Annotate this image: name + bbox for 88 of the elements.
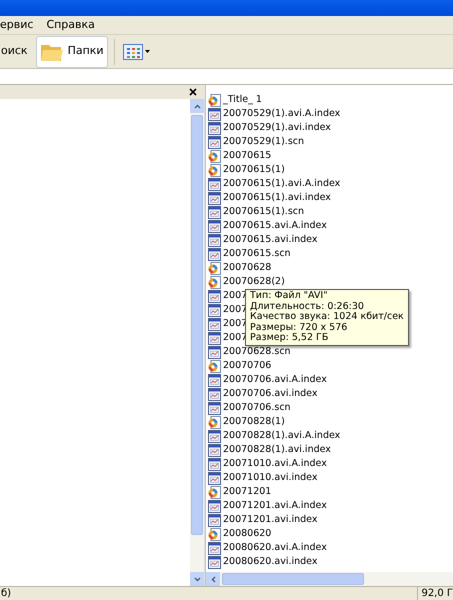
file-icon xyxy=(208,192,221,204)
file-item[interactable]: 20070529(1).scn xyxy=(208,135,304,149)
file-item[interactable]: 20070706 xyxy=(208,359,272,373)
file-icon xyxy=(208,136,221,148)
search-button[interactable]: оиск xyxy=(0,36,32,68)
file-item[interactable]: 20070529(1).avi.index xyxy=(208,121,331,135)
file-item[interactable]: 20070615(1).avi.A.index xyxy=(208,177,340,191)
scroll-up-button[interactable] xyxy=(190,99,204,113)
dropdown-arrow-icon xyxy=(144,50,150,53)
scroll-left-button[interactable] xyxy=(206,572,220,586)
file-item[interactable]: 20070628.scn xyxy=(208,345,291,359)
file-icon xyxy=(208,402,221,414)
file-item[interactable]: 20070706.avi.A.index xyxy=(208,373,327,387)
file-icon xyxy=(208,514,221,526)
file-item[interactable]: 20070706.avi.index xyxy=(208,387,318,401)
menu-item[interactable]: Справка xyxy=(45,16,96,34)
file-item[interactable]: 20070828(1).avi.A.index xyxy=(208,429,340,443)
file-item[interactable]: 20070615.avi.A.index xyxy=(208,219,327,233)
file-icon xyxy=(208,430,221,442)
file-item[interactable]: 20071201.avi.A.index xyxy=(208,499,327,513)
file-item[interactable]: 20071010.avi.A.index xyxy=(208,457,327,471)
file-item[interactable]: 20080620.avi.A.index xyxy=(208,541,327,555)
file-item[interactable]: 20070615 xyxy=(208,149,272,163)
file-icon xyxy=(208,556,221,568)
file-item[interactable]: 20070615.avi.index xyxy=(208,233,318,247)
file-item[interactable]: 20070628 xyxy=(208,261,272,275)
media-file-icon xyxy=(208,360,221,372)
chevron-up-icon xyxy=(194,104,200,108)
file-icon xyxy=(208,472,221,484)
file-icon xyxy=(208,374,221,386)
tooltip-line: Размер: 5,52 ГБ xyxy=(250,333,330,344)
file-icon xyxy=(208,220,221,232)
file-icon xyxy=(208,444,221,456)
chevron-down-icon xyxy=(194,576,200,582)
file-item[interactable]: 20070529(1).avi.A.index xyxy=(208,107,340,121)
menu-item[interactable]: ервис xyxy=(0,16,46,34)
media-file-icon xyxy=(208,150,221,162)
file-item[interactable]: 20070615(1).avi.index xyxy=(208,191,331,205)
file-icon xyxy=(208,248,221,260)
status-text: б) xyxy=(0,587,12,600)
file-item[interactable]: _Title_ 1 xyxy=(208,93,262,107)
file-icon xyxy=(208,108,221,120)
vertical-scrollbar[interactable] xyxy=(190,99,205,586)
media-file-icon xyxy=(208,94,221,106)
file-item[interactable]: 20071010.avi.index xyxy=(208,471,318,485)
chevron-left-icon xyxy=(210,576,216,582)
file-item[interactable]: 20070828(1) xyxy=(208,415,285,429)
file-item[interactable]: 20070706.scn xyxy=(208,401,291,415)
file-item[interactable]: 20070615.scn xyxy=(208,247,291,261)
file-icon xyxy=(208,178,221,190)
file-icon xyxy=(208,388,221,400)
close-icon[interactable] xyxy=(189,88,197,96)
scroll-down-button[interactable] xyxy=(190,572,204,586)
folders-button[interactable]: Папки xyxy=(36,36,108,68)
tooltip-line: Тип: Файл "AVI" xyxy=(250,291,329,302)
horizontal-scrollbar[interactable] xyxy=(206,572,453,586)
file-icon xyxy=(208,234,221,246)
file-item[interactable]: 20071201 xyxy=(208,485,272,499)
file-item[interactable]: 20070615(1) xyxy=(208,163,285,177)
file-item[interactable]: 20070628(2) xyxy=(208,275,285,289)
tooltip-line: Длительность: 0:26:30 xyxy=(250,302,365,312)
file-item[interactable]: 20070615(1).scn xyxy=(208,205,304,219)
scroll-thumb[interactable] xyxy=(222,573,364,585)
media-file-icon xyxy=(208,416,221,428)
media-file-icon xyxy=(208,276,221,288)
views-icon xyxy=(122,44,143,60)
file-item[interactable]: 20071201.avi.index xyxy=(208,513,318,527)
file-item[interactable]: 20080620 xyxy=(208,527,272,541)
media-file-icon xyxy=(208,164,221,176)
file-icon xyxy=(208,122,221,134)
file-icon xyxy=(208,332,221,344)
file-icon xyxy=(208,304,221,316)
tooltip-line: Качество звука: 1024 кбит/сек xyxy=(250,312,404,322)
file-icon xyxy=(208,542,221,554)
file-icon xyxy=(208,346,221,358)
file-item[interactable]: 20080620.avi.index xyxy=(208,555,318,569)
media-file-icon xyxy=(208,528,221,540)
file-icon xyxy=(208,500,221,512)
file-icon xyxy=(208,458,221,470)
status-text: 92,0 Г xyxy=(417,586,453,600)
media-file-icon xyxy=(208,262,221,274)
file-item[interactable]: 20070828(1).avi.index xyxy=(208,443,331,457)
file-icon xyxy=(208,206,221,218)
media-file-icon xyxy=(208,486,221,498)
file-icon xyxy=(208,290,221,302)
file-icon xyxy=(208,318,221,330)
tooltip-line: Размеры: 720 x 576 xyxy=(250,322,348,333)
scroll-thumb[interactable] xyxy=(191,115,203,535)
